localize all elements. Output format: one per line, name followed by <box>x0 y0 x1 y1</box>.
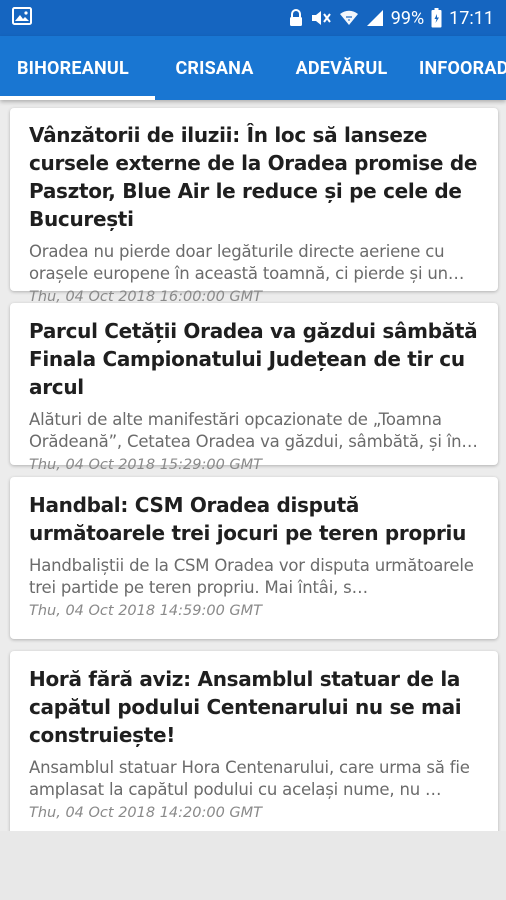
article-title: Handbal: CSM Oradea dispută următoarele … <box>29 493 467 545</box>
mute-icon <box>310 9 332 27</box>
image-icon <box>12 7 32 29</box>
article-summary: Handbaliștii de la CSM Oradea vor disput… <box>29 556 474 597</box>
article-summary: Ansamblul statuar Hora Centenarului, car… <box>29 758 470 799</box>
article-title: Parcul Cetății Oradea va găzdui sâmbătă … <box>29 319 478 399</box>
signal-icon <box>366 9 384 27</box>
tab-adevarul[interactable]: ADEVĂRUL <box>274 36 409 100</box>
status-bar: 99% 17:11 <box>0 0 506 36</box>
article-card[interactable]: Parcul Cetății Oradea va găzdui sâmbătă … <box>10 303 498 473</box>
article-title: Vânzătorii de iluzii: În loc să lanseze … <box>29 123 478 231</box>
wifi-icon <box>339 9 359 27</box>
article-card[interactable]: Horă fără aviz: Ansamblul statuar de la … <box>10 651 498 831</box>
article-card[interactable]: Handbal: CSM Oradea dispută următoarele … <box>10 477 498 639</box>
tab-infooradea[interactable]: INFOORADEA <box>409 36 506 100</box>
tabs-list: BIHOREANUL CRISANA ADEVĂRUL INFOORADEA <box>0 36 506 100</box>
article-summary: Oradea nu pierde doar legăturile directe… <box>29 242 465 283</box>
tab-crisana[interactable]: CRISANA <box>155 36 274 100</box>
bottom-empty-area <box>0 831 506 900</box>
article-card[interactable]: Vânzătorii de iluzii: În loc să lanseze … <box>10 108 498 305</box>
tab-bar: BIHOREANUL CRISANA ADEVĂRUL INFOORADEA <box>0 36 506 100</box>
article-date: Thu, 04 Oct 2018 14:20:00 GMT <box>29 805 263 821</box>
lock-icon <box>289 9 303 27</box>
article-title: Horă fără aviz: Ansamblul statuar de la … <box>29 667 462 747</box>
status-left <box>12 7 32 29</box>
status-right: 99% 17:11 <box>289 8 494 29</box>
news-feed[interactable]: Vânzătorii de iluzii: În loc să lanseze … <box>0 100 506 831</box>
clock-time: 17:11 <box>449 7 494 29</box>
article-date: Thu, 04 Oct 2018 15:29:00 GMT <box>29 457 263 473</box>
battery-icon <box>431 8 442 28</box>
battery-percent: 99% <box>390 7 425 29</box>
article-summary: Alături de alte manifestări opcazionate … <box>29 410 478 451</box>
article-date: Thu, 04 Oct 2018 14:59:00 GMT <box>29 603 263 619</box>
tab-bihoreanul[interactable]: BIHOREANUL <box>0 36 155 100</box>
